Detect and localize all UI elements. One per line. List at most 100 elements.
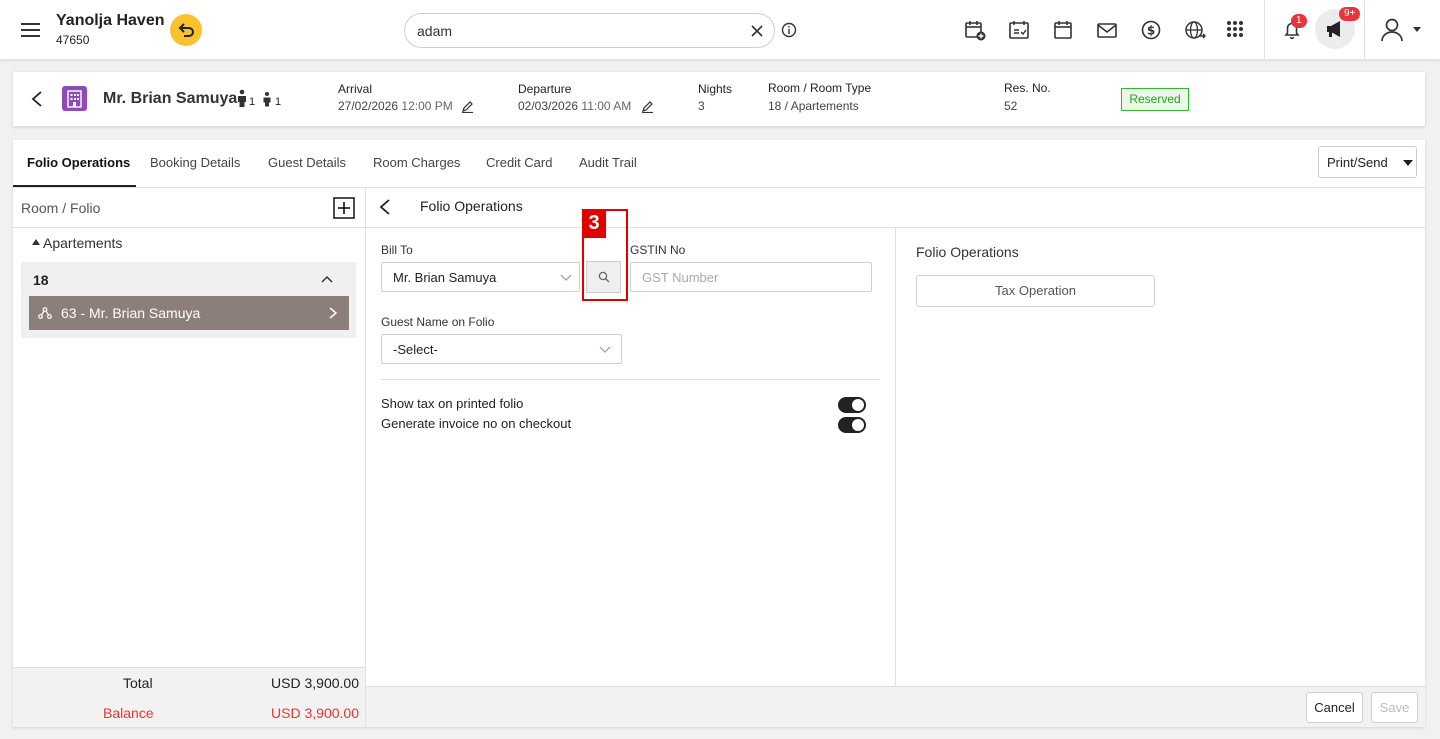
- tax-operation-button[interactable]: Tax Operation: [916, 275, 1155, 307]
- divider: [1264, 0, 1265, 60]
- divider: [365, 187, 366, 727]
- room-folio-title: Room / Folio: [21, 200, 101, 216]
- arrival-label: Arrival: [338, 82, 373, 96]
- departure-time: 11:00 AM: [581, 99, 632, 113]
- mail-icon[interactable]: [1096, 19, 1118, 41]
- search-value: adam: [417, 23, 453, 39]
- divider: [1364, 0, 1365, 60]
- bill-to-select[interactable]: Mr. Brian Samuya: [381, 262, 580, 292]
- announcement-badge: 9+: [1339, 7, 1361, 21]
- guest-name-on-folio-label: Guest Name on Folio: [381, 315, 495, 329]
- folio-totals: Total USD 3,900.00 Balance USD 3,900.00: [13, 667, 365, 727]
- step-marker: 3: [582, 209, 606, 238]
- notification-badge: 1: [1291, 14, 1307, 28]
- hotel-id: 47650: [56, 33, 90, 47]
- user-icon: [1381, 18, 1403, 42]
- chevron-down-icon: [599, 346, 611, 353]
- collapse-group-icon[interactable]: [31, 238, 41, 246]
- user-menu[interactable]: [1380, 17, 1426, 43]
- show-tax-label: Show tax on printed folio: [381, 396, 524, 411]
- guest-name-on-folio-select[interactable]: -Select-: [381, 334, 622, 364]
- folio-main-panel: Folio Operations Booking Details Guest D…: [13, 140, 1425, 727]
- hamburger-menu-icon[interactable]: [20, 20, 42, 40]
- folio-split-icon: [38, 307, 52, 319]
- tab-credit-card[interactable]: Credit Card: [486, 155, 552, 170]
- switch-property-button[interactable]: [170, 14, 202, 46]
- balance-value: USD 3,900.00: [271, 705, 359, 721]
- tab-booking-details[interactable]: Booking Details: [150, 155, 240, 170]
- top-bar: Yanolja Haven 47650 adam $ 1 9+: [0, 0, 1440, 60]
- bill-to-label: Bill To: [381, 243, 413, 257]
- cancel-button[interactable]: Cancel: [1306, 692, 1363, 723]
- dollar-icon[interactable]: $: [1140, 19, 1162, 41]
- gstin-placeholder: GST Number: [642, 270, 719, 285]
- departure-label: Departure: [518, 82, 572, 96]
- guest-name: Mr. Brian Samuya: [103, 90, 238, 107]
- gstin-label: GSTIN No: [630, 243, 686, 257]
- checklist-calendar-icon[interactable]: [1008, 19, 1030, 41]
- undo-icon: [178, 23, 194, 37]
- chevron-right-icon: [329, 307, 337, 319]
- edit-arrival-pencil-icon[interactable]: [461, 100, 474, 113]
- divider: [381, 379, 880, 380]
- total-value: USD 3,900.00: [271, 675, 359, 691]
- footer-bar: Cancel Save: [366, 686, 1425, 727]
- hotel-name: Yanolja Haven: [56, 12, 165, 29]
- nights-label: Nights: [698, 82, 733, 96]
- child-icon: [261, 91, 273, 107]
- reservation-number-label: Res. No.: [1004, 81, 1051, 95]
- back-arrow-icon[interactable]: [30, 90, 44, 108]
- divider: [895, 228, 896, 686]
- bill-to-value: Mr. Brian Samuya: [393, 270, 497, 285]
- hotel-building-icon: [62, 86, 87, 111]
- print-send-label: Print/Send: [1327, 155, 1388, 170]
- globe-icon[interactable]: [1184, 19, 1206, 41]
- apps-grid-icon[interactable]: [1225, 19, 1247, 41]
- reservation-header: Mr. Brian Samuya 1 1 Arrival 27/02/2026 …: [13, 72, 1425, 126]
- calendar-icon[interactable]: [1052, 19, 1074, 41]
- clear-search-icon[interactable]: [750, 24, 764, 38]
- folio-operations-heading: Folio Operations: [916, 244, 1019, 260]
- search-input[interactable]: adam: [404, 13, 775, 48]
- tab-folio-operations[interactable]: Folio Operations: [27, 155, 130, 170]
- generate-invoice-label: Generate invoice no on checkout: [381, 416, 572, 431]
- room-card: 18 63 - Mr. Brian Samuya: [21, 262, 356, 338]
- departure-date: 02/03/2026: [518, 99, 579, 113]
- generate-invoice-toggle[interactable]: [838, 417, 866, 433]
- info-icon[interactable]: [781, 22, 797, 38]
- print-send-button[interactable]: Print/Send: [1318, 146, 1417, 178]
- tab-guest-details[interactable]: Guest Details: [268, 155, 346, 170]
- arrival-date: 27/02/2026: [338, 99, 399, 113]
- caret-down-icon: [1413, 27, 1421, 32]
- back-arrow-icon[interactable]: [379, 198, 391, 216]
- show-tax-toggle[interactable]: [838, 397, 866, 413]
- divider: [13, 227, 365, 228]
- arrival-value: 27/02/2026 12:00 PM: [338, 99, 453, 113]
- departure-value: 02/03/2026 11:00 AM: [518, 99, 631, 113]
- reservation-number: 52: [1004, 99, 1018, 113]
- svg-text:$: $: [1147, 24, 1155, 38]
- add-reservation-calendar-icon[interactable]: [964, 19, 986, 41]
- chevron-up-icon[interactable]: [321, 275, 333, 283]
- save-button[interactable]: Save: [1371, 692, 1418, 723]
- adult-count: 1: [249, 96, 256, 108]
- room-number: 18: [33, 272, 49, 288]
- balance-label: Balance: [103, 705, 154, 721]
- guest-name-on-folio-value: -Select-: [393, 342, 438, 357]
- folio-item-selected[interactable]: 63 - Mr. Brian Samuya: [29, 296, 349, 330]
- gstin-input[interactable]: GST Number: [630, 262, 872, 292]
- room-group-label[interactable]: Apartements: [43, 235, 122, 251]
- folio-item-label: 63 - Mr. Brian Samuya: [61, 305, 201, 321]
- nights-value: 3: [698, 99, 705, 113]
- tab-audit-trail[interactable]: Audit Trail: [579, 155, 637, 170]
- status-badge: Reserved: [1121, 88, 1189, 111]
- add-folio-icon[interactable]: [333, 197, 355, 219]
- child-count: 1: [275, 96, 282, 108]
- edit-departure-pencil-icon[interactable]: [641, 100, 654, 113]
- adult-icon: [236, 89, 248, 107]
- tab-room-charges[interactable]: Room Charges: [373, 155, 460, 170]
- room-type-label: Room / Room Type: [768, 81, 872, 95]
- room-type-value: 18 / Apartements: [768, 99, 859, 113]
- divider: [13, 187, 1425, 188]
- folio-operations-title: Folio Operations: [420, 198, 523, 214]
